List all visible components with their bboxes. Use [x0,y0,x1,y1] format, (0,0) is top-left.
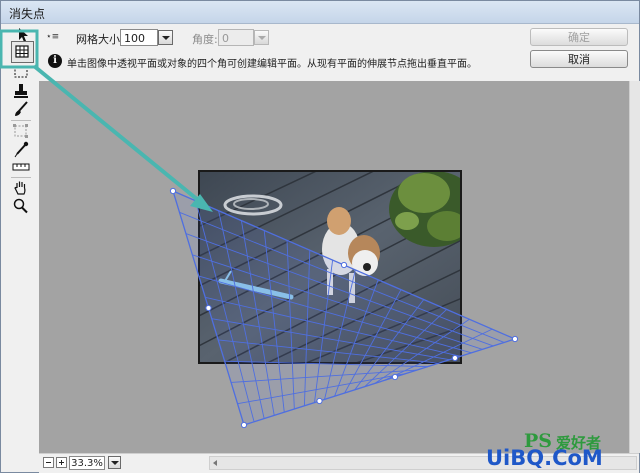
highlight-annotation [0,29,213,212]
callout-arrow-line [32,64,200,202]
watermark-site: UiBQ.CoM [486,446,603,470]
tool-highlight-box [0,29,39,69]
